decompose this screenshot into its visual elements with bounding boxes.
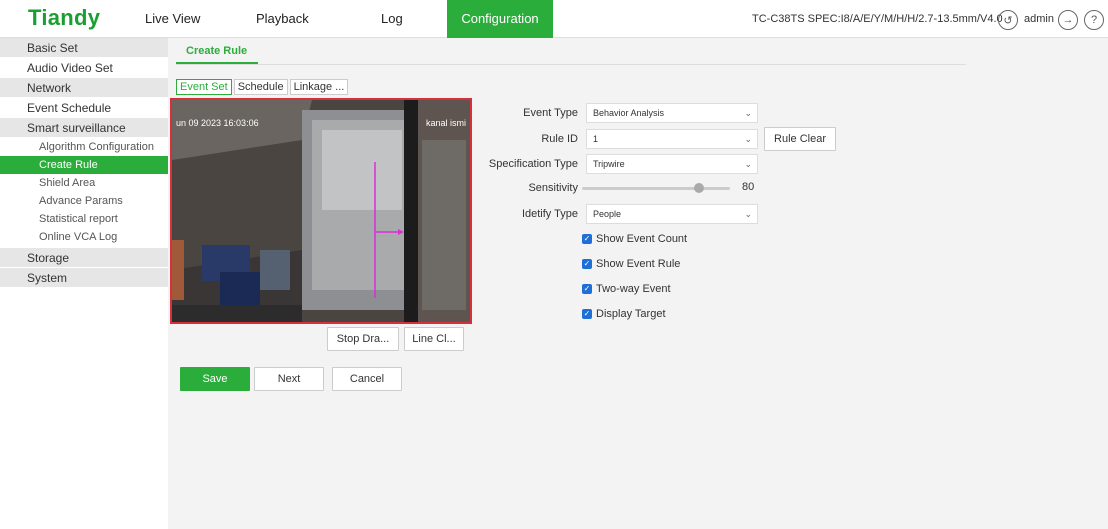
user-switch-icon[interactable]: ↺ <box>998 10 1018 30</box>
app-root: Tiandy Live View Playback Log Configurat… <box>0 0 1108 529</box>
sidebar-item-smart-surveillance[interactable]: Smart surveillance <box>0 118 168 138</box>
sidebar-item-network[interactable]: Network <box>0 78 168 98</box>
device-info: TC-C38TS SPEC:I8/A/E/Y/M/H/H/2.7-13.5mm/… <box>752 13 1003 25</box>
chevron-down-icon: ⌄ <box>744 159 752 169</box>
sidebar-item-storage[interactable]: Storage <box>0 248 168 268</box>
sensitivity-slider-handle[interactable] <box>694 183 704 193</box>
logout-icon[interactable]: → <box>1058 10 1078 30</box>
sidebar-subitem-shield-area[interactable]: Shield Area <box>0 174 168 192</box>
tiandy-logo[interactable]: Tiandy <box>28 5 100 31</box>
sidebar-item-audio-video-set[interactable]: Audio Video Set <box>0 58 168 78</box>
event-type-select[interactable]: Behavior Analysis ⌄ <box>586 103 758 123</box>
subtab-schedule[interactable]: Schedule <box>233 79 288 95</box>
checkbox-checked-icon: ✓ <box>582 284 592 294</box>
chevron-down-icon: ⌄ <box>744 209 752 219</box>
spec-type-value: Tripwire <box>593 159 625 169</box>
main-content: Create Rule Event Set Schedule Linkage .… <box>168 38 1108 529</box>
video-timestamp: un 09 2023 16:03:06 <box>176 118 259 128</box>
subtab-bar: Event Set Schedule Linkage ... <box>176 79 350 95</box>
video-preview[interactable]: un 09 2023 16:03:06 kanal ismi <box>170 98 472 324</box>
sidebar-item-event-schedule[interactable]: Event Schedule <box>0 98 168 118</box>
nav-configuration[interactable]: Configuration <box>447 0 553 38</box>
help-icon[interactable]: ? <box>1084 10 1104 30</box>
identify-type-select[interactable]: People ⌄ <box>586 204 758 224</box>
spec-type-label: Specification Type <box>488 158 578 170</box>
video-camera-name: kanal ismi <box>425 118 466 128</box>
rule-id-value: 1 <box>593 134 599 144</box>
line-clear-button[interactable]: Line Cl... <box>404 327 464 351</box>
nav-playback[interactable]: Playback <box>256 0 316 38</box>
rule-clear-button[interactable]: Rule Clear <box>764 127 836 151</box>
subtab-linkage[interactable]: Linkage ... <box>289 79 349 95</box>
sensitivity-value: 80 <box>742 181 755 193</box>
identify-type-label: Idetify Type <box>521 208 578 220</box>
sidebar-subitem-create-rule[interactable]: Create Rule <box>0 156 168 174</box>
checkbox-checked-icon: ✓ <box>582 234 592 244</box>
show-event-count-checkbox[interactable]: ✓ Show Event Count <box>582 232 687 246</box>
sidebar-subitem-algorithm-configuration[interactable]: Algorithm Configuration <box>0 138 168 156</box>
nav-log[interactable]: Log <box>381 0 411 38</box>
identify-type-value: People <box>593 209 622 219</box>
sidebar-item-basic-set[interactable]: Basic Set <box>0 38 168 58</box>
chevron-down-icon: ⌄ <box>744 108 752 118</box>
show-event-count-label: Show Event Count <box>596 233 688 245</box>
display-target-label: Display Target <box>596 308 666 320</box>
stop-draw-button[interactable]: Stop Dra... <box>327 327 399 351</box>
sensitivity-slider[interactable] <box>582 187 730 190</box>
subtab-event-set[interactable]: Event Set <box>176 79 232 95</box>
next-button[interactable]: Next <box>254 367 324 391</box>
event-type-value: Behavior Analysis <box>593 108 665 118</box>
chevron-down-icon: ⌄ <box>744 134 752 144</box>
checkbox-checked-icon: ✓ <box>582 309 592 319</box>
rule-id-label: Rule ID <box>541 133 578 145</box>
sidebar-subitem-advance-params[interactable]: Advance Params <box>0 192 168 210</box>
event-type-label: Event Type <box>523 107 578 119</box>
sidebar-subitem-online-vca-log[interactable]: Online VCA Log <box>0 228 168 246</box>
tab-divider <box>176 64 966 65</box>
sidebar-subitem-statistical-report[interactable]: Statistical report <box>0 210 168 228</box>
tab-create-rule[interactable]: Create Rule <box>186 45 247 57</box>
rule-id-select[interactable]: 1 ⌄ <box>586 129 758 149</box>
nav-live-view[interactable]: Live View <box>145 0 205 38</box>
camera-scene <box>172 100 470 322</box>
sidebar: Basic Set Audio Video Set Network Event … <box>0 38 168 529</box>
save-button[interactable]: Save <box>180 367 250 391</box>
spec-type-select[interactable]: Tripwire ⌄ <box>586 154 758 174</box>
top-header: Tiandy Live View Playback Log Configurat… <box>0 0 1108 38</box>
sidebar-item-system[interactable]: System <box>0 268 168 288</box>
sensitivity-label: Sensitivity <box>528 182 578 194</box>
admin-username: admin <box>1024 13 1054 25</box>
checkbox-checked-icon: ✓ <box>582 259 592 269</box>
two-way-event-checkbox[interactable]: ✓ Two-way Event <box>582 282 671 296</box>
show-event-rule-checkbox[interactable]: ✓ Show Event Rule <box>582 257 680 271</box>
display-target-checkbox[interactable]: ✓ Display Target <box>582 307 666 321</box>
show-event-rule-label: Show Event Rule <box>596 258 681 270</box>
two-way-event-label: Two-way Event <box>596 283 671 295</box>
cancel-button[interactable]: Cancel <box>332 367 402 391</box>
